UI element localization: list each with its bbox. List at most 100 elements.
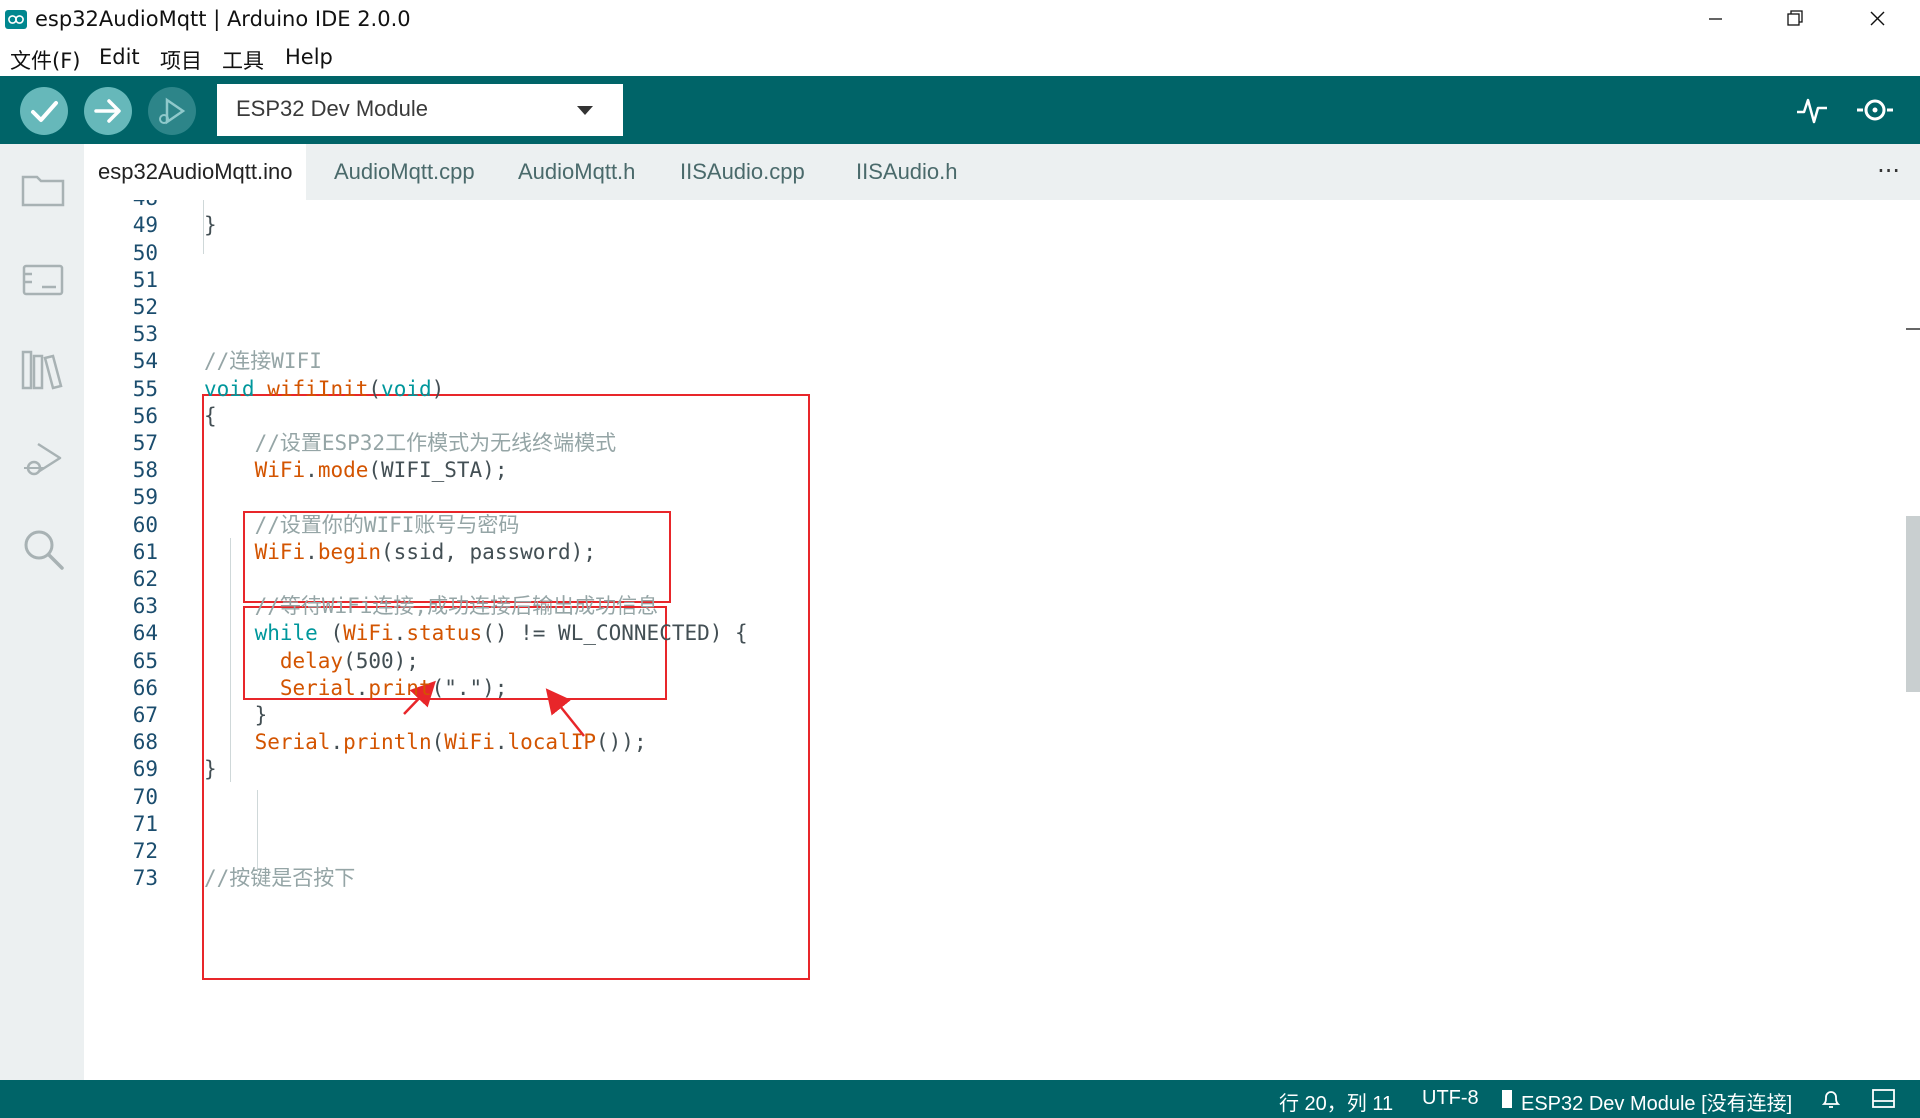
connected-board-status[interactable]: ESP32 Dev Module [没有连接]	[1521, 1087, 1792, 1116]
code-token: (	[317, 621, 344, 646]
restore-button[interactable]	[1758, 0, 1832, 38]
code-token: }	[204, 703, 268, 727]
line-number: 51	[132, 267, 158, 292]
line-number: 53	[132, 322, 158, 347]
line-number: 49	[132, 213, 158, 238]
code-token: }	[204, 757, 217, 782]
board-selector[interactable]: ESP32 Dev Module	[217, 84, 623, 136]
line-number: 66	[132, 675, 158, 700]
code-line[interactable]: while (WiFi.status() != WL_CONNECTED) {	[204, 620, 748, 646]
notification-bell-icon[interactable]	[1820, 1088, 1842, 1116]
code-token: .	[494, 730, 508, 755]
code-token: delay	[279, 648, 344, 673]
line-number: 73	[132, 866, 158, 891]
cursor-position[interactable]: 行 20，列 11	[1279, 1087, 1393, 1116]
serial-plotter-icon[interactable]	[1792, 90, 1832, 130]
code-editor[interactable]: 4748495051525354555657585960616263646566…	[84, 200, 1920, 1080]
toggle-output-panel-icon[interactable]	[1872, 1088, 1896, 1116]
code-token: mode	[317, 458, 369, 483]
code-line[interactable]: //连接WIFI	[204, 348, 322, 374]
line-number: 71	[132, 811, 158, 836]
line-number: 69	[132, 757, 158, 782]
code-token: ());	[596, 730, 647, 755]
more-options-icon[interactable]: ···	[1877, 157, 1900, 185]
line-number: 64	[132, 621, 158, 646]
code-line[interactable]: void wifiInit(void)	[204, 376, 444, 402]
line-number: 52	[132, 295, 158, 319]
code-line[interactable]: Serial.print(".");	[204, 675, 508, 701]
line-number: 56	[132, 403, 158, 428]
code-token: begin	[317, 539, 382, 564]
status-bar: 行 20，列 11 UTF-8 ESP32 Dev Module [没有连接]	[0, 1080, 1920, 1118]
boards-manager-icon[interactable]	[20, 256, 66, 302]
line-number: 54	[132, 349, 158, 374]
tab-iisaudio-h[interactable]: IISAudio.h	[842, 144, 972, 200]
board-chip-icon	[1500, 1089, 1514, 1115]
tab-iisaudio-cpp[interactable]: IISAudio.cpp	[666, 144, 819, 200]
code-line[interactable]: //设置ESP32工作模式为无线终端模式	[204, 430, 617, 456]
menu-bar: 文件(F) Edit 项目 工具 Help	[0, 38, 1920, 76]
verify-button[interactable]	[20, 87, 68, 135]
library-manager-icon[interactable]	[20, 346, 66, 392]
minimize-button[interactable]	[1678, 0, 1752, 38]
menu-edit[interactable]: Edit	[99, 45, 140, 69]
sketchbook-folder-icon[interactable]	[20, 166, 66, 212]
line-number: 63	[132, 594, 158, 619]
code-line[interactable]: }	[204, 702, 268, 728]
code-line[interactable]: {	[204, 403, 217, 429]
code-token: Serial	[279, 675, 356, 700]
tab-audiomqtt-h[interactable]: AudioMqtt.h	[504, 144, 649, 200]
code-line[interactable]: //设置你的WIFI账号与密码	[204, 512, 520, 538]
menu-sketch[interactable]: 项目	[160, 45, 202, 75]
code-line[interactable]: delay(500);	[204, 648, 419, 674]
line-number: 65	[132, 648, 158, 673]
debug-sidebar-icon[interactable]	[20, 436, 66, 482]
code-token: status	[406, 621, 483, 646]
code-token: wifiInit	[267, 376, 369, 401]
code-token: .	[393, 621, 407, 646]
encoding-label[interactable]: UTF-8	[1422, 1087, 1479, 1110]
scrollbar-thumb[interactable]	[1906, 516, 1920, 692]
tab-audiomqtt-cpp[interactable]: AudioMqtt.cpp	[320, 144, 489, 200]
code-token: print	[368, 675, 432, 700]
serial-monitor-icon[interactable]	[1855, 90, 1895, 130]
line-number: 60	[132, 512, 158, 537]
close-button[interactable]	[1840, 0, 1914, 38]
line-number: 57	[132, 431, 158, 455]
code-token: //等待WiFi连接,成功连接后输出成功信息	[254, 594, 659, 619]
code-line[interactable]: }	[204, 212, 217, 238]
menu-tools[interactable]: 工具	[222, 45, 264, 75]
code-line[interactable]: //按键是否按下	[204, 865, 355, 891]
code-token: .	[305, 539, 318, 564]
title-bar: esp32AudioMqtt | Arduino IDE 2.0.0	[0, 0, 1920, 38]
code-line[interactable]: WiFi.mode(WIFI_STA);	[204, 457, 508, 483]
line-number: 68	[132, 730, 158, 755]
search-icon[interactable]	[20, 526, 66, 572]
code-token: .	[355, 675, 369, 700]
menu-help[interactable]: Help	[285, 45, 333, 69]
code-token: while	[254, 621, 318, 646]
chevron-down-icon	[577, 106, 593, 115]
debug-button[interactable]	[148, 87, 196, 135]
line-number: 55	[132, 376, 158, 401]
tab-esp32audiomqtt-ino[interactable]: esp32AudioMqtt.ino	[84, 144, 307, 200]
line-number: 50	[132, 240, 158, 265]
code-token: //设置ESP32工作模式为无线终端模式	[254, 431, 617, 455]
code-token: WiFi	[254, 458, 306, 483]
code-line[interactable]: }	[204, 756, 217, 782]
code-token: //设置你的WIFI账号与密码	[254, 512, 520, 537]
code-line[interactable]: WiFi.begin(ssid, password);	[204, 539, 596, 565]
upload-button[interactable]	[84, 87, 132, 135]
line-number: 58	[132, 458, 158, 483]
code-line[interactable]: //等待WiFi连接,成功连接后输出成功信息	[204, 593, 659, 619]
code-token: (500);	[343, 648, 419, 673]
code-line[interactable]: Serial.println(WiFi.localIP());	[204, 729, 647, 755]
code-token: (ssid, password);	[381, 539, 596, 564]
file-tabs: esp32AudioMqtt.ino AudioMqtt.cpp AudioMq…	[84, 144, 1920, 200]
menu-file[interactable]: 文件(F)	[10, 45, 80, 75]
line-number: 48	[84, 200, 158, 211]
